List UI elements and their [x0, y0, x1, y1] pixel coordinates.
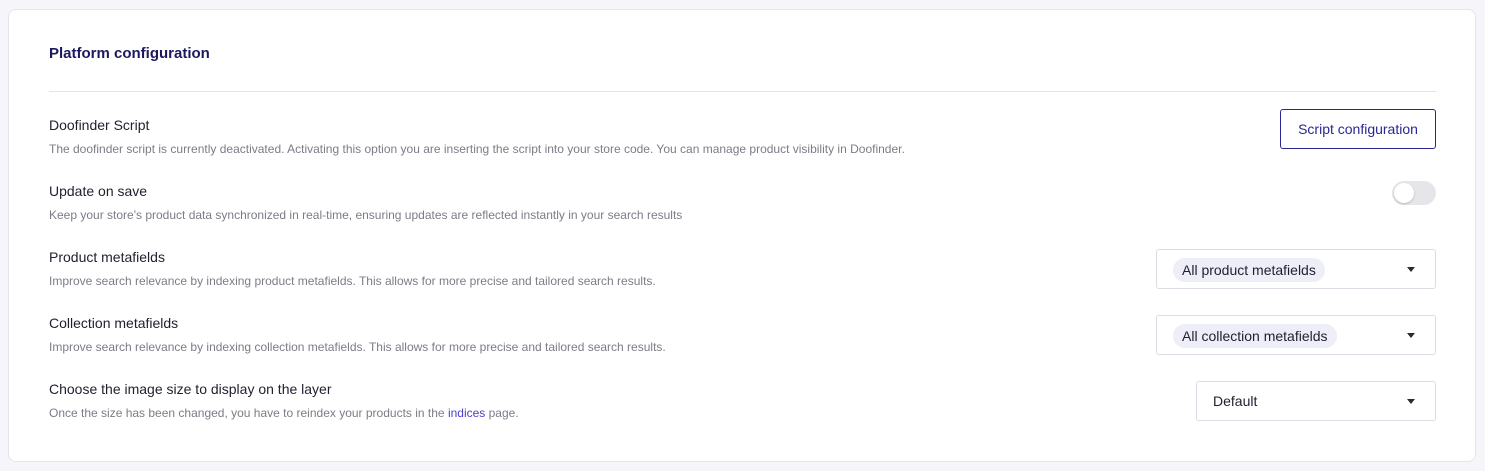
card-title: Platform configuration: [49, 45, 210, 62]
setting-description: Improve search relevance by indexing col…: [49, 340, 666, 354]
setting-title: Product metafields: [49, 249, 165, 265]
description-text: page.: [485, 406, 519, 420]
selected-value-chip: All collection metafields: [1173, 324, 1337, 348]
setting-description: Keep your store's product data synchroni…: [49, 208, 683, 222]
script-configuration-button[interactable]: Script configuration: [1280, 109, 1436, 149]
platform-configuration-card: Platform configuration Doofinder Script …: [8, 9, 1476, 462]
selected-value-chip: All product metafields: [1173, 258, 1325, 282]
toggle-knob: [1394, 183, 1414, 203]
setting-description: Once the size has been changed, you have…: [49, 406, 519, 420]
caret-down-icon: [1407, 267, 1415, 272]
setting-title: Choose the image size to display on the …: [49, 381, 332, 397]
selected-value: Default: [1213, 393, 1258, 409]
setting-description: The doofinder script is currently deacti…: [49, 142, 905, 156]
setting-product-metafields: Product metafields Improve search releva…: [49, 249, 1436, 309]
setting-title: Collection metafields: [49, 315, 179, 331]
setting-doofinder-script: Doofinder Script The doofinder script is…: [49, 109, 1436, 177]
setting-image-size: Choose the image size to display on the …: [49, 381, 1436, 441]
divider: [49, 91, 1436, 92]
caret-down-icon: [1407, 333, 1415, 338]
collection-metafields-select[interactable]: All collection metafields: [1156, 315, 1436, 355]
image-size-select[interactable]: Default: [1196, 381, 1436, 421]
update-on-save-toggle[interactable]: [1392, 181, 1436, 205]
caret-down-icon: [1407, 399, 1415, 404]
setting-update-on-save: Update on save Keep your store's product…: [49, 181, 1436, 243]
description-text: Once the size has been changed, you have…: [49, 406, 448, 420]
indices-link[interactable]: indices: [448, 406, 485, 420]
setting-collection-metafields: Collection metafields Improve search rel…: [49, 315, 1436, 375]
setting-title: Doofinder Script: [49, 117, 150, 133]
setting-title: Update on save: [49, 183, 148, 199]
setting-description: Improve search relevance by indexing pro…: [49, 274, 656, 288]
product-metafields-select[interactable]: All product metafields: [1156, 249, 1436, 289]
